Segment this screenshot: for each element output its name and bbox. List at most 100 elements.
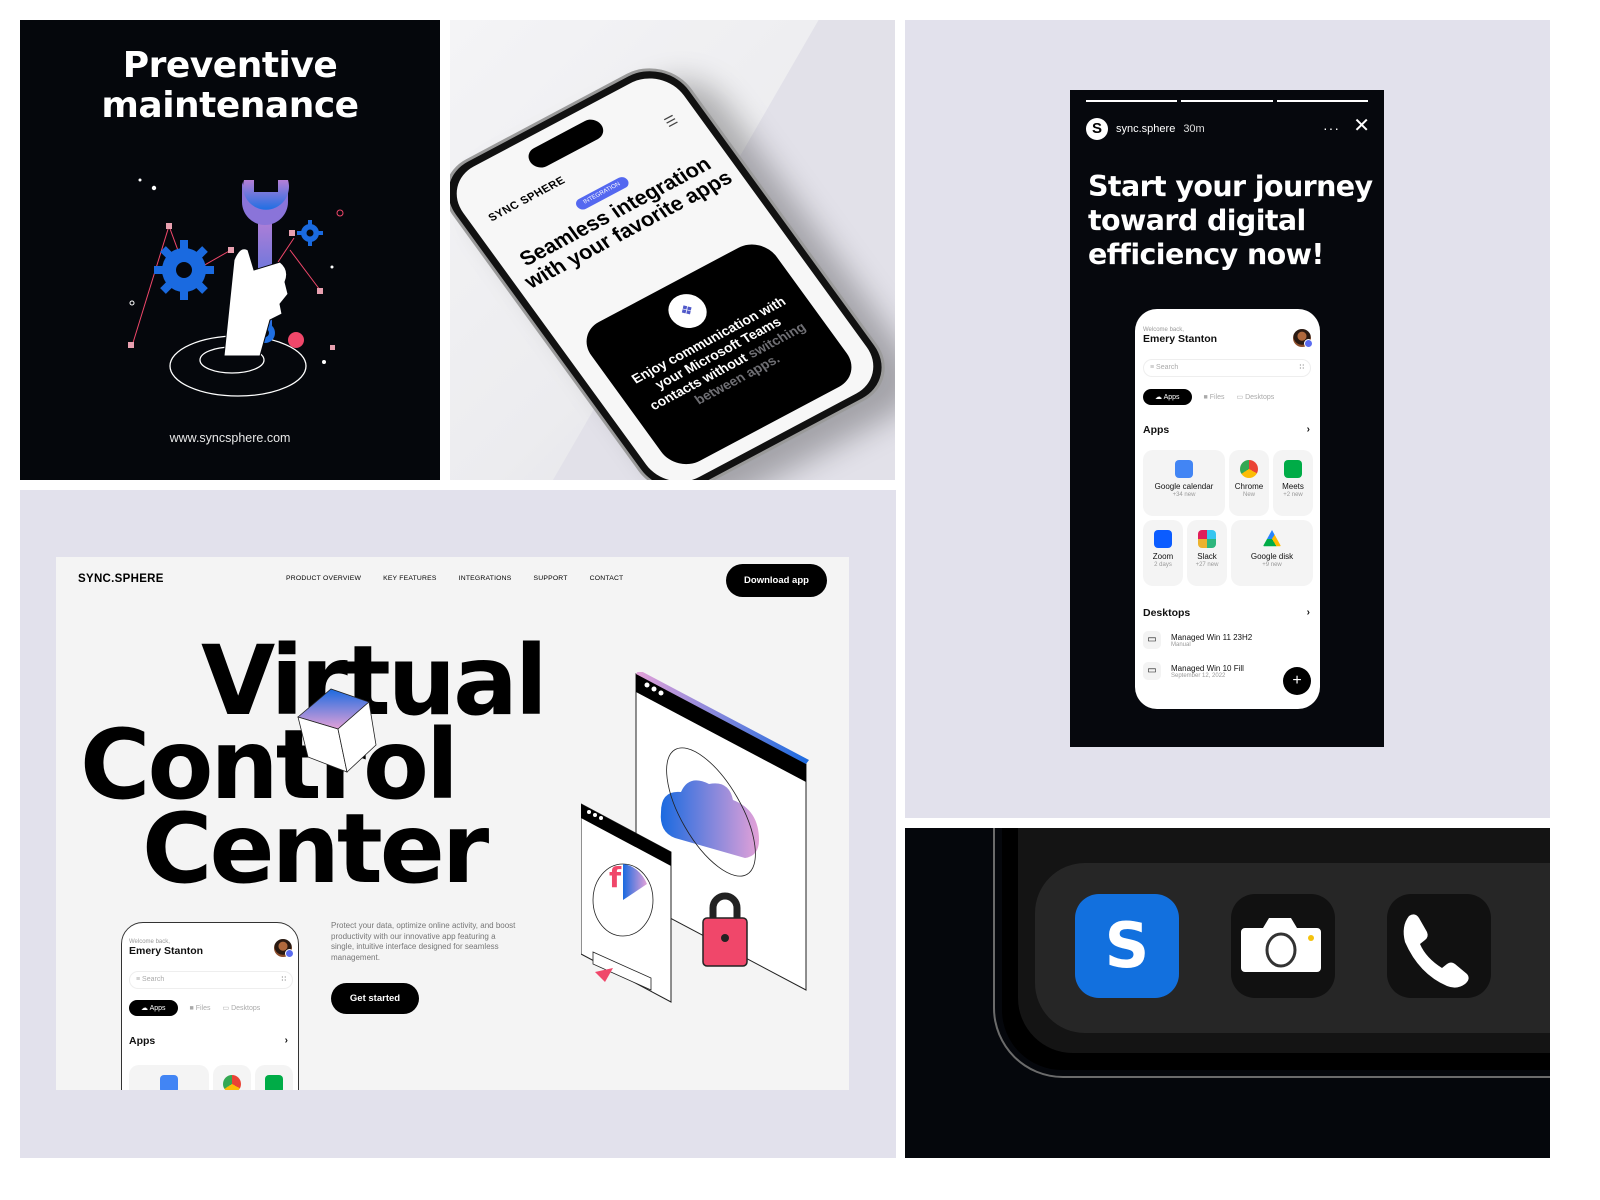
small-gear-icon	[297, 220, 323, 246]
sync-sphere-logo-icon[interactable]: S	[1086, 118, 1108, 140]
tab-label: Files	[195, 1004, 211, 1012]
hero-line-3: Center	[142, 793, 489, 905]
app-tile[interactable]: Slack +27 new	[1187, 520, 1227, 586]
search-input[interactable]: ≡ Search ∷	[129, 971, 293, 989]
monitor-icon: ▭	[1143, 662, 1161, 680]
app-status: 2 days	[1154, 562, 1172, 568]
desktop-item[interactable]: ▭ Managed Win 11 23H2 Manual	[1143, 631, 1312, 649]
poster-title: Preventive maintenance	[20, 46, 440, 126]
app-preview-landing: Welcome back, Emery Stanton ≡ Search ∷ ☁ …	[121, 922, 299, 1090]
apps-grid: Google calendar +34 new Chrome New Meets +2…	[1143, 450, 1313, 516]
story-header: S sync.sphere 30m	[1086, 118, 1205, 140]
app-name: Google calendar	[1154, 482, 1214, 491]
tab-label: Apps	[149, 1005, 166, 1012]
app-tile[interactable]	[255, 1065, 293, 1090]
story-panel: S sync.sphere 30m ··· ✕ Start your journ…	[905, 20, 1550, 818]
progress-segment	[1086, 100, 1178, 102]
avatar[interactable]	[1293, 329, 1313, 348]
wrench-hand-illustration	[128, 178, 344, 397]
close-icon[interactable]: ✕	[1353, 116, 1370, 136]
apps-grid-row2: Zoom 2 days Slack +27 new Google disk +9 ne…	[1143, 520, 1313, 586]
app-tile[interactable]: Chrome New	[1229, 450, 1269, 516]
chevron-right-icon[interactable]: ›	[1307, 424, 1310, 435]
app-status: +27 new	[1195, 562, 1219, 568]
apps-heading: Apps	[1143, 424, 1170, 436]
tab-bar: ☁ Apps ■ Files ▭ Desktops	[129, 1000, 260, 1016]
hero-description: Protect your data, optimize online activ…	[331, 921, 516, 962]
user-name: Emery Stanton	[129, 945, 204, 957]
slack-icon	[1198, 530, 1216, 548]
get-started-button[interactable]: Get started	[331, 983, 419, 1014]
hand-icon	[223, 248, 289, 357]
app-status: +34 new	[1172, 492, 1196, 498]
app-tile[interactable]: Meets +2 new	[1273, 450, 1313, 516]
app-status: +9 new	[1262, 562, 1282, 568]
tab-desktops[interactable]: ▭ Desktops	[1237, 393, 1275, 401]
landing-page-panel: SYNC.SPHERE PRODUCT OVERVIEW KEY FEATURE…	[20, 490, 896, 1158]
nav-contact[interactable]: CONTACT	[590, 575, 624, 582]
app-tile[interactable]	[129, 1065, 209, 1090]
pink-dot	[288, 332, 304, 348]
avatar[interactable]	[274, 939, 294, 958]
nav-support[interactable]: SUPPORT	[534, 575, 568, 582]
search-input[interactable]: ≡ Search ∷	[1143, 359, 1311, 377]
chrome-icon	[223, 1075, 241, 1090]
big-gear-icon	[154, 240, 214, 300]
app-name: Meets	[1282, 482, 1304, 491]
google-calendar-icon	[160, 1075, 178, 1090]
tab-label: Desktops	[1245, 394, 1275, 401]
search-placeholder: Search	[142, 976, 165, 983]
story-post: S sync.sphere 30m ··· ✕ Start your journ…	[1070, 90, 1384, 747]
app-tile[interactable]: Google calendar +34 new	[1143, 450, 1225, 516]
tab-label: Desktops	[231, 1005, 261, 1012]
sync-sphere-app-icon[interactable]: S	[1075, 894, 1179, 998]
tab-label: Apps	[1163, 394, 1180, 401]
app-tile[interactable]: Zoom 2 days	[1143, 520, 1183, 586]
desktop-name: Managed Win 10 Fill	[1171, 663, 1244, 673]
app-name: Google disk	[1250, 552, 1294, 561]
app-tile[interactable]	[213, 1065, 251, 1090]
main-nav: PRODUCT OVERVIEW KEY FEATURES INTEGRATIO…	[286, 575, 623, 582]
app-status: New	[1242, 492, 1255, 498]
nav-key-features[interactable]: KEY FEATURES	[383, 575, 437, 582]
tab-files[interactable]: ■ Files	[190, 1005, 211, 1012]
story-time: 30m	[1183, 123, 1205, 135]
cube-icon	[297, 688, 377, 773]
download-app-button[interactable]: Download app	[726, 564, 827, 597]
nav-product-overview[interactable]: PRODUCT OVERVIEW	[286, 575, 361, 582]
hamburger-menu-icon[interactable]: ☰	[661, 112, 681, 131]
app-name: Slack	[1197, 552, 1217, 561]
chevron-right-icon[interactable]: ›	[1307, 607, 1310, 618]
brand-logo[interactable]: SYNC.SPHERE	[78, 573, 164, 585]
microsoft-teams-icon: ❖	[660, 287, 715, 335]
tab-apps[interactable]: ☁ Apps	[1143, 389, 1192, 405]
integration-phone-mockup: SYNC SPHERE ☰ INTEGRATION Seamless integ…	[450, 20, 895, 480]
website-url[interactable]: www.syncsphere.com	[20, 431, 440, 445]
more-dots-icon[interactable]: ···	[1323, 120, 1340, 136]
qr-scan-icon[interactable]: ∷	[282, 972, 286, 988]
progress-segment	[1276, 100, 1368, 102]
app-preview: Welcome back, Emery Stanton ≡ Search ∷ ☁ …	[1135, 309, 1320, 709]
google-calendar-icon	[1175, 460, 1193, 478]
cloud-security-illustration: f	[581, 672, 809, 1003]
app-tile[interactable]: Google disk +9 new	[1231, 520, 1313, 586]
landing-page: SYNC.SPHERE PRODUCT OVERVIEW KEY FEATURE…	[56, 557, 849, 1090]
camera-app-icon[interactable]	[1231, 894, 1335, 998]
app-name: Chrome	[1234, 482, 1264, 491]
zoom-icon	[1154, 530, 1172, 548]
tab-desktops[interactable]: ▭ Desktops	[223, 1004, 261, 1012]
tab-files[interactable]: ■ Files	[1204, 394, 1225, 401]
monitor-icon: ▭	[1143, 631, 1161, 649]
desktops-heading: Desktops	[1143, 607, 1191, 619]
nav-integrations[interactable]: INTEGRATIONS	[459, 575, 512, 582]
camera-icon	[1241, 918, 1321, 972]
tab-apps[interactable]: ☁ Apps	[129, 1000, 178, 1016]
add-button[interactable]: +	[1283, 667, 1311, 695]
chevron-right-icon[interactable]: ›	[285, 1035, 288, 1046]
story-progress	[1086, 100, 1368, 102]
story-title: Start your journey toward digital effici…	[1088, 170, 1373, 271]
phone-app-icon[interactable]	[1387, 894, 1491, 998]
qr-scan-icon[interactable]: ∷	[1300, 360, 1304, 376]
story-account[interactable]: sync.sphere	[1116, 123, 1175, 135]
poster-title-line2: maintenance	[101, 85, 359, 126]
